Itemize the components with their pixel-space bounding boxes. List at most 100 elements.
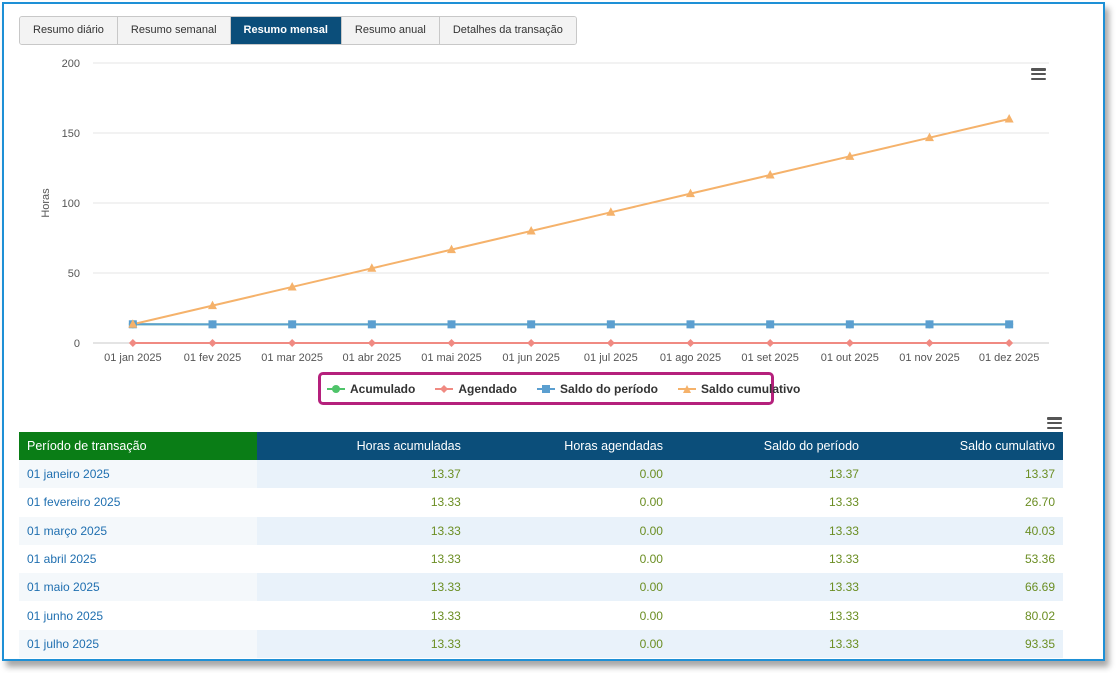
table-cell-horas-agendadas: 0.00 [468,488,671,517]
table-cell-horas-acumuladas: 13.33 [257,629,469,659]
table-row: 01 maio 2025 13.33 0.00 13.33 66.69 [19,573,1063,602]
table-row: 01 fevereiro 2025 13.33 0.00 13.33 26.70 [19,488,1063,517]
table-cell-saldo-periodo: 13.33 [670,629,867,659]
table-cell-horas-agendadas: 0.00 [468,544,671,574]
table-cell-horas-acumuladas: 13.33 [257,573,469,602]
table-row: 01 março 2025 13.33 0.00 13.33 40.03 [19,516,1063,545]
legend-item-saldo-cumulativo[interactable]: Saldo cumulativo [678,382,800,396]
y-tick-label: 150 [62,128,80,140]
data-point-diamond [288,339,297,347]
table-row: 01 janeiro 2025 13.37 0.00 13.37 13.37 [19,460,1063,489]
column-header-saldo-cumulativo[interactable]: Saldo cumulativo [866,432,1063,460]
table-cell-horas-agendadas: 0.00 [468,460,671,489]
data-point-diamond [766,339,775,347]
y-tick-label: 0 [74,338,80,350]
column-header-horas-acumuladas[interactable]: Horas acumuladas [257,432,469,460]
data-point-diamond [527,339,536,347]
data-point-square [288,320,297,329]
table-row: 01 julho 2025 13.33 0.00 13.33 93.35 [19,629,1063,659]
table-cell-periodo[interactable]: 01 junho 2025 [19,601,257,630]
y-tick-label: 200 [62,58,80,70]
table-cell-saldo-cumulativo: 66.69 [866,573,1063,602]
table-cell-periodo[interactable]: 01 abril 2025 [19,544,257,574]
legend-diamond-marker-icon [435,384,454,393]
table-cell-horas-acumuladas: 13.37 [257,460,469,489]
table-cell-horas-agendadas: 0.00 [468,601,671,630]
data-point-diamond [128,339,137,347]
x-tick-label: 01 set 2025 [741,352,799,364]
x-tick-label: 01 jul 2025 [584,352,638,364]
table-cell-saldo-cumulativo: 13.37 [866,460,1063,489]
table-cell-saldo-periodo: 13.33 [670,516,867,545]
x-tick-label: 01 abr 2025 [342,352,401,364]
table-cell-saldo-cumulativo: 93.35 [866,629,1063,659]
y-tick-label: 50 [68,268,80,280]
transaction-table: Período de transação Horas acumuladas Ho… [19,432,1063,659]
chart-menu-icon[interactable] [1031,68,1046,81]
table-cell-horas-acumuladas: 13.33 [257,488,469,517]
data-point-square [845,320,854,329]
x-tick-label: 01 out 2025 [821,352,879,364]
data-point-square [766,320,775,329]
table-cell-horas-acumuladas: 13.33 [257,544,469,574]
legend-square-marker-icon [537,384,556,393]
data-point-diamond [845,339,854,347]
chart-legend: Acumulado Agendado Saldo do período Sald… [318,372,800,405]
data-point-square [367,320,376,329]
table-cell-horas-acumuladas: 13.33 [257,601,469,630]
x-tick-label: 01 mai 2025 [421,352,482,364]
table-cell-saldo-periodo: 13.33 [670,544,867,574]
table-cell-periodo[interactable]: 01 janeiro 2025 [19,460,257,489]
data-point-diamond [367,339,376,347]
table-cell-saldo-periodo: 13.33 [670,573,867,602]
data-point-square [527,320,536,329]
app-window: Resumo diário Resumo semanal Resumo mens… [2,2,1105,661]
x-tick-label: 01 fev 2025 [184,352,242,364]
data-point-square [1005,320,1014,329]
x-tick-label: 01 mar 2025 [261,352,323,364]
hours-line-chart: 0 50 100 150 200 Horas 01 jan 2025 01 fev 2025 0… [40,58,1049,364]
table-cell-periodo[interactable]: 01 março 2025 [19,516,257,545]
table-cell-periodo[interactable]: 01 fevereiro 2025 [19,488,257,517]
x-tick-label: 01 dez 2025 [979,352,1040,364]
legend-circle-marker-icon [327,384,345,393]
legend-triangle-marker-icon [678,384,697,393]
table-cell-horas-agendadas: 0.00 [468,573,671,602]
table-cell-saldo-periodo: 13.37 [670,460,867,489]
table-cell-saldo-periodo: 13.33 [670,601,867,630]
legend-item-saldo-periodo[interactable]: Saldo do período [537,382,658,396]
data-point-square [447,320,456,329]
table-row: 01 abril 2025 13.33 0.00 13.33 53.36 [19,544,1063,574]
legend-label: Saldo do período [560,381,659,396]
table-menu-icon[interactable] [1047,417,1062,430]
data-point-triangle [1004,114,1014,123]
data-point-square [686,320,695,329]
data-point-square [208,320,217,329]
table-cell-periodo[interactable]: 01 julho 2025 [19,629,257,659]
table-cell-periodo[interactable]: 01 maio 2025 [19,573,257,602]
data-point-diamond [925,339,934,347]
table-row: 01 junho 2025 13.33 0.00 13.33 80.02 [19,601,1063,630]
data-point-diamond [606,339,615,347]
table-cell-horas-agendadas: 0.00 [468,629,671,659]
data-point-square [606,320,615,329]
table-cell-saldo-cumulativo: 80.02 [866,601,1063,630]
column-header-horas-agendadas[interactable]: Horas agendadas [468,432,671,460]
data-point-square [925,320,934,329]
legend-item-agendado[interactable]: Agendado [435,382,517,396]
legend-item-acumulado[interactable]: Acumulado [327,382,415,396]
legend-label: Saldo cumulativo [701,381,801,396]
x-tick-label: 01 jan 2025 [104,352,162,364]
y-axis-title: Horas [40,188,52,218]
x-tick-label: 01 ago 2025 [660,352,721,364]
column-header-periodo[interactable]: Período de transação [19,432,257,460]
table-cell-saldo-cumulativo: 26.70 [866,488,1063,517]
data-point-diamond [686,339,695,347]
data-point-diamond [1005,339,1014,347]
table-cell-saldo-periodo: 13.33 [670,488,867,517]
table-cell-horas-acumuladas: 13.33 [257,516,469,545]
column-header-saldo-periodo[interactable]: Saldo do período [670,432,867,460]
table-header-row: Período de transação Horas acumuladas Ho… [19,432,1063,460]
series-line-3 [132,118,1010,326]
legend-label: Agendado [458,381,518,396]
